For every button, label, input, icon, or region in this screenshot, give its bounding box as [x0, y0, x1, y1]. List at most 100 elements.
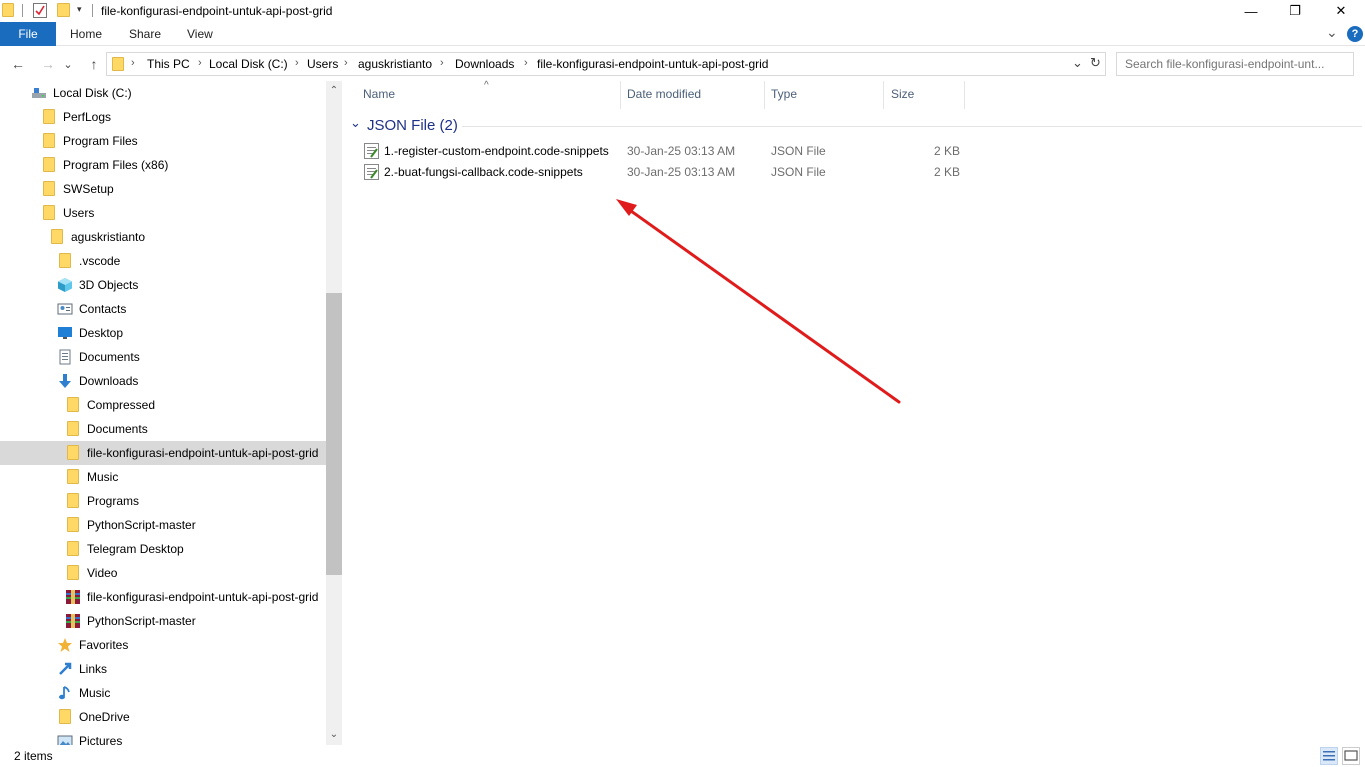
sidebar-item[interactable]: PythonScript-master	[0, 513, 326, 537]
column-header-date[interactable]: Date modified	[627, 87, 701, 101]
sidebar-item-label: Programs	[87, 494, 140, 508]
scroll-up-icon[interactable]: ⌃	[326, 83, 342, 99]
refresh-icon[interactable]: ↻	[1090, 55, 1101, 71]
sidebar-item[interactable]: Contacts	[0, 297, 326, 321]
tab-file[interactable]: File	[0, 22, 56, 46]
recent-locations-icon[interactable]: ⌄	[62, 53, 74, 75]
breadcrumb-separator[interactable]: ›	[198, 57, 202, 69]
sidebar-item-label: PythonScript-master	[87, 518, 196, 532]
sidebar-item[interactable]: SWSetup	[0, 177, 326, 201]
sidebar-item[interactable]: Music	[0, 465, 326, 489]
search-input[interactable]	[1125, 57, 1335, 71]
breadcrumb-separator[interactable]: ›	[440, 57, 444, 69]
breadcrumb-separator[interactable]: ›	[344, 57, 348, 69]
column-divider[interactable]	[883, 81, 884, 109]
sidebar-item[interactable]: Music	[0, 681, 326, 705]
search-box[interactable]	[1116, 52, 1354, 76]
breadcrumb-current-folder[interactable]: file-konfigurasi-endpoint-untuk-api-post…	[537, 57, 768, 71]
sidebar-item[interactable]: Documents	[0, 345, 326, 369]
restore-button[interactable]: ❐	[1272, 0, 1318, 22]
sidebar-item[interactable]: Compressed	[0, 393, 326, 417]
sidebar-item[interactable]: Pictures	[0, 729, 326, 745]
column-divider[interactable]	[764, 81, 765, 109]
collapse-group-icon[interactable]: ⌄	[350, 115, 361, 131]
tab-home[interactable]: Home	[58, 22, 114, 46]
sidebar-item-label: Program Files	[63, 134, 138, 148]
back-icon[interactable]: ←	[8, 53, 28, 75]
sidebar-item[interactable]: Local Disk (C:)	[0, 81, 326, 105]
desktop-icon	[57, 325, 73, 341]
tab-view[interactable]: View	[175, 22, 225, 46]
sidebar-item[interactable]: Telegram Desktop	[0, 537, 326, 561]
sidebar-item[interactable]: PerfLogs	[0, 105, 326, 129]
archive-icon	[65, 613, 81, 629]
sidebar-item[interactable]: Program Files	[0, 129, 326, 153]
sidebar-item[interactable]: OneDrive	[0, 705, 326, 729]
tab-share[interactable]: Share	[117, 22, 173, 46]
scroll-down-icon[interactable]: ⌄	[326, 727, 342, 743]
new-folder-icon[interactable]	[57, 3, 70, 17]
expand-ribbon-icon[interactable]: ⌄	[1326, 24, 1338, 41]
customize-quick-access-icon[interactable]: ▾	[77, 4, 82, 15]
json-file-icon	[364, 143, 379, 159]
sidebar-item-label: Users	[63, 206, 95, 220]
item-count: 2 items	[14, 749, 53, 763]
column-header-type[interactable]: Type	[771, 87, 797, 101]
large-icons-view-icon[interactable]	[1342, 747, 1360, 765]
sidebar-item[interactable]: Users	[0, 201, 326, 225]
column-divider[interactable]	[620, 81, 621, 109]
details-view-icon[interactable]	[1320, 747, 1338, 765]
sidebar-item[interactable]: Video	[0, 561, 326, 585]
sidebar-item[interactable]: aguskristianto	[0, 225, 326, 249]
sidebar-item-label: OneDrive	[79, 710, 130, 724]
folder-icon	[2, 3, 14, 17]
sidebar-item-label: SWSetup	[63, 182, 114, 196]
breadcrumb-this-pc[interactable]: This PC	[147, 57, 190, 71]
archive-icon	[65, 589, 81, 605]
sidebar-item[interactable]: Program Files (x86)	[0, 153, 326, 177]
sidebar-item[interactable]: Favorites	[0, 633, 326, 657]
file-row[interactable]: 1.-register-custom-endpoint.code-snippet…	[362, 141, 982, 162]
column-header-name[interactable]: Name	[363, 87, 395, 101]
breadcrumb-downloads[interactable]: Downloads	[455, 57, 514, 71]
sidebar-item-label: 3D Objects	[79, 278, 139, 292]
column-header-size[interactable]: Size	[891, 87, 914, 101]
column-divider[interactable]	[964, 81, 965, 109]
file-row[interactable]: 2.-buat-fungsi-callback.code-snippets 30…	[362, 162, 982, 183]
minimize-button[interactable]: —	[1228, 0, 1274, 22]
sidebar-item[interactable]: Links	[0, 657, 326, 681]
properties-icon[interactable]	[33, 3, 47, 18]
sidebar-item[interactable]: Desktop	[0, 321, 326, 345]
sidebar-item-label: PerfLogs	[63, 110, 112, 124]
nav-scrollbar-thumb[interactable]	[326, 293, 342, 575]
breadcrumb-separator[interactable]: ›	[524, 57, 528, 69]
close-button[interactable]: ✕	[1318, 0, 1364, 22]
contacts-icon	[57, 301, 73, 317]
sidebar-item[interactable]: Downloads	[0, 369, 326, 393]
folder-icon	[65, 469, 81, 485]
forward-icon[interactable]: →	[38, 53, 58, 75]
sidebar-item[interactable]: file-konfigurasi-endpoint-untuk-api-post…	[0, 441, 326, 465]
address-dropdown-icon[interactable]: ⌄	[1072, 55, 1083, 71]
music-icon	[57, 685, 73, 701]
sidebar-item[interactable]: 3D Objects	[0, 273, 326, 297]
sidebar-item[interactable]: .vscode	[0, 249, 326, 273]
file-date: 30-Jan-25 03:13 AM	[627, 144, 736, 158]
breadcrumb-users[interactable]: Users	[307, 57, 338, 71]
breadcrumb-separator[interactable]: ›	[131, 57, 135, 69]
sidebar-item[interactable]: file-konfigurasi-endpoint-untuk-api-post…	[0, 585, 326, 609]
breadcrumb-separator[interactable]: ›	[295, 57, 299, 69]
breadcrumb-local-disk[interactable]: Local Disk (C:)	[209, 57, 288, 71]
sidebar-item[interactable]: PythonScript-master	[0, 609, 326, 633]
title-bar: ▾ file-konfigurasi-endpoint-untuk-api-po…	[0, 0, 1365, 22]
breadcrumb-user[interactable]: aguskristianto	[358, 57, 432, 71]
group-header[interactable]: JSON File (2)	[367, 117, 458, 134]
up-icon[interactable]: ↑	[84, 53, 104, 75]
sidebar-item[interactable]: Documents	[0, 417, 326, 441]
sidebar-item-label: Telegram Desktop	[87, 542, 184, 556]
help-icon[interactable]: ?	[1347, 26, 1363, 42]
folder-icon	[112, 57, 124, 71]
title-divider	[92, 4, 93, 17]
address-bar[interactable]: › This PC › Local Disk (C:) › Users › ag…	[106, 52, 1106, 76]
sidebar-item[interactable]: Programs	[0, 489, 326, 513]
